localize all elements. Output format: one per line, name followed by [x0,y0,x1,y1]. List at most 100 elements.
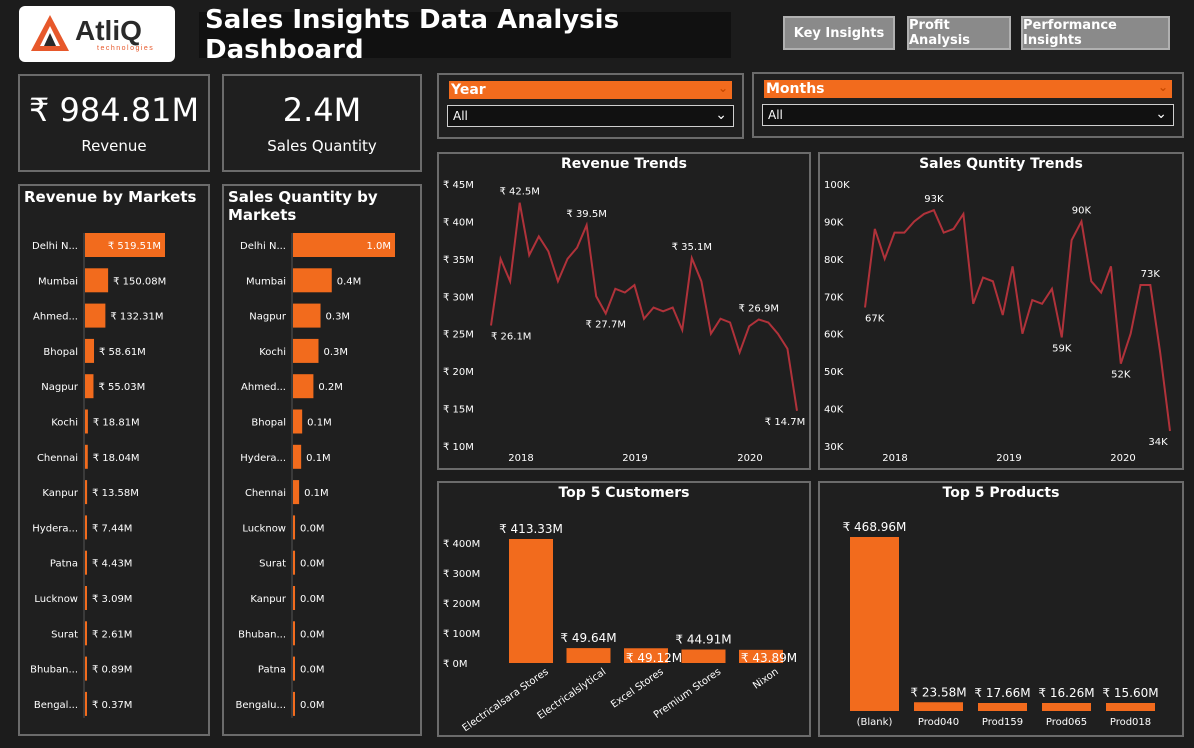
tick-label: ₹ 30M [443,292,474,303]
bar[interactable] [85,621,87,646]
bar[interactable] [85,586,87,610]
tick-label: ₹ 15M [443,405,474,416]
data-label: ₹ 55.03M [98,382,145,393]
data-label: ₹ 2.61M [92,629,132,640]
tick-label: Surat [259,559,286,570]
tick-label: Lucknow [242,523,286,534]
tick-label: 100K [824,180,850,191]
tick-label: Patna [258,665,286,676]
tick-label: Kanpur [42,488,79,499]
tick-label: 2018 [508,453,533,464]
data-label: ₹ 413.33M [499,522,563,536]
year-dropdown[interactable]: All ⌄ [447,105,734,127]
year-slicer-header[interactable]: Year ⌄ [449,81,732,99]
bar[interactable] [293,444,302,469]
series-line[interactable] [864,208,1171,432]
tick-label: ₹ 0M [443,659,468,670]
tick-label: 60K [824,330,844,341]
bar[interactable] [85,480,88,505]
tick-label: 50K [824,367,844,378]
data-label: ₹ 49.64M [560,631,616,645]
data-label: ₹ 42.5M [499,187,539,198]
tick-label: Electricalsara Stores [461,666,551,734]
bar[interactable] [85,550,87,575]
bar[interactable] [293,409,303,434]
tick-label: Ahmed... [241,382,286,393]
tick-label: Kanpur [250,594,287,605]
bar[interactable] [293,586,296,610]
page-title: Sales Insights Data Analysis Dashboard [199,5,731,65]
bar[interactable] [293,550,296,575]
tick-label: Nixon [751,666,781,691]
bar[interactable] [85,691,87,716]
bar[interactable] [293,656,295,681]
year-slicer: Year ⌄ All ⌄ [437,73,744,139]
bar[interactable] [1042,703,1091,711]
bar[interactable] [293,303,321,328]
bar[interactable] [1106,703,1155,711]
data-label: ₹ 0.37M [92,700,132,711]
data-label: ₹ 26.1M [491,331,531,342]
data-label: ₹ 15.60M [1102,686,1158,700]
sales-quantity-trends-chart: 100K 90K 80K 70K 60K 50K 40K 30K 2018 2019 2020 67K… [824,180,1171,464]
bar[interactable] [85,374,94,399]
data-label: 0.1M [307,418,332,429]
months-dropdown[interactable]: All ⌄ [762,104,1174,126]
top-products-panel: Top 5 Products ₹ 468.96M (Blank) ₹ 23.58M P… [818,481,1184,737]
bar[interactable] [681,649,726,663]
data-label: 73K [1141,269,1161,280]
bar[interactable] [566,648,611,663]
data-label: ₹ 7.44M [92,523,132,534]
bar[interactable] [850,537,899,711]
tick-label: ₹ 25M [443,330,474,341]
data-label: 0.0M [300,700,325,711]
bar[interactable] [293,691,295,716]
bar[interactable] [85,268,109,293]
bar[interactable] [914,702,963,711]
months-slicer: Months ⌄ All ⌄ [752,72,1184,138]
data-label: ₹ 26.9M [739,303,779,314]
bar[interactable] [293,621,295,646]
revenue-by-markets-panel: Revenue by Markets Delhi N... ₹ 519.51M Mu… [18,184,210,736]
brand-tagline: technologies [97,44,155,52]
data-label: ₹ 18.81M [93,418,140,429]
data-label: ₹ 44.91M [675,633,731,647]
bar[interactable] [293,515,296,540]
bar[interactable] [293,374,314,399]
data-label: 52K [1111,370,1131,381]
bar[interactable] [85,656,87,681]
tick-label: Mumbai [38,276,78,287]
tick-label: ₹ 200M [443,599,480,610]
tick-label: 40K [824,405,844,416]
bar[interactable] [85,409,88,434]
months-slicer-label: Months [766,81,825,97]
bar[interactable] [85,303,106,328]
data-label: 67K [865,314,885,325]
bar[interactable] [293,338,319,363]
bar[interactable] [293,480,300,505]
key-insights-button[interactable]: Key Insights [783,16,895,50]
bar[interactable] [85,338,95,363]
data-label: 0.3M [326,312,351,323]
bar[interactable] [978,703,1027,711]
page-title-text: Sales Insights Data Analysis Dashboard [205,5,620,65]
data-label: 59K [1052,343,1072,354]
bar[interactable] [509,539,553,663]
months-slicer-header[interactable]: Months ⌄ [764,80,1172,98]
data-label: ₹ 35.1M [672,242,712,253]
tick-label: 70K [824,292,844,303]
data-label: 1.0M [366,241,391,252]
bar[interactable] [85,515,87,540]
tick-label: 2019 [622,453,647,464]
data-label: 0.0M [300,594,325,605]
data-label: 0.1M [304,488,329,499]
chevron-down-icon: ⌄ [1155,106,1167,122]
sales-quantity-label: Sales Quantity [267,137,377,155]
data-label: ₹ 14.7M [765,417,805,428]
bar[interactable] [85,444,88,469]
bar[interactable] [293,268,332,293]
tick-label: Bhuban... [30,665,78,676]
profit-analysis-button[interactable]: Profit Analysis [907,16,1011,50]
tick-label: 90K [824,217,844,228]
performance-insights-button[interactable]: Performance Insights [1021,16,1170,50]
